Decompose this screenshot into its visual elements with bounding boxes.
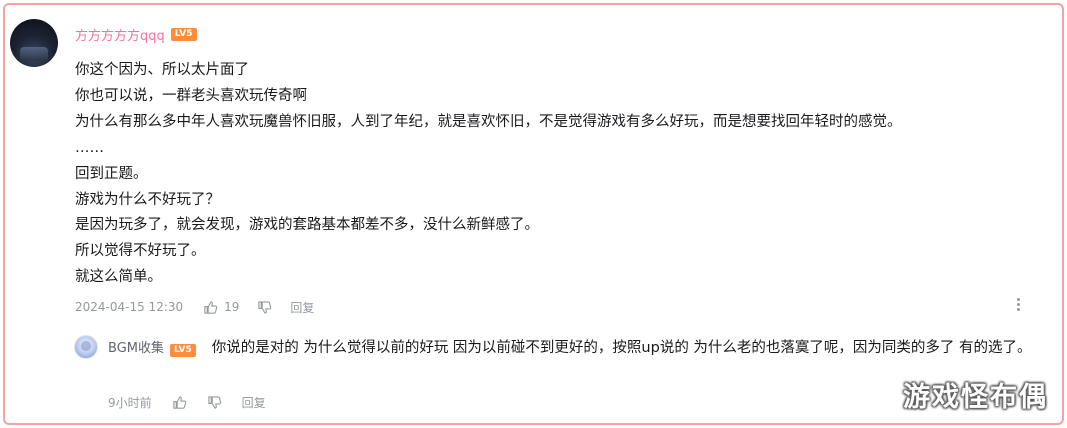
dislike-button[interactable] [257,300,272,315]
thumbs-down-icon [257,300,272,315]
like-button[interactable]: 19 [203,300,239,315]
reply-content: BGM收集 LV5 你说的是对的 为什么觉得以前的好玩 因为以前碰不到更好的，按照u… [108,336,1048,361]
comment-line: 你这个因为、所以太片面了 [75,62,249,78]
comment-username[interactable]: 方方方方方qqq [75,25,165,44]
more-vertical-icon[interactable] [1011,294,1025,314]
comment-line: 游戏为什么不好玩了？ [75,191,220,208]
like-count: 19 [224,300,240,314]
reply-button[interactable]: 回复 [290,299,314,316]
reply-username[interactable]: BGM收集 [108,341,164,356]
comment-meta: 2024-04-15 12:30 19 回复 [75,297,332,317]
comment-line: 所以觉得不好玩了。 [75,243,206,260]
comment-line: 是因为玩多了，就会发现，游戏的套路基本都差不多，没什么新鲜感了。 [75,217,539,234]
reply-meta: 9小时前 回复 [108,392,286,412]
watermark: 游戏怪布偶 [903,382,1048,413]
reply-reply-button[interactable]: 回复 [242,394,266,411]
reply-like-button[interactable] [172,395,187,410]
reply-timestamp: 9小时前 [108,395,152,410]
comment-timestamp: 2024-04-15 12:30 [75,300,184,314]
comment-line: 为什么有那么多中年人喜欢玩魔兽怀旧服，人到了年纪，就是喜欢怀旧，不是觉得游戏有多… [75,113,902,130]
user-avatar[interactable] [10,19,58,67]
thumbs-up-icon [203,300,218,315]
thumbs-up-icon [172,395,187,410]
comment-line: 你也可以说，一群老头喜欢玩传奇啊 [75,87,307,104]
reply-dislike-button[interactable] [207,395,222,410]
reply-body: 你说的是对的 为什么觉得以前的好玩 因为以前碰不到更好的，按照up说的 为什么老… [211,340,1032,356]
comment-line: 就这么简单。 [75,269,162,286]
thumbs-down-icon [207,395,222,410]
comment-line: …… [75,139,104,156]
reply-user-avatar[interactable] [74,335,98,359]
level-badge: LV5 [170,28,197,41]
comment-username-row: 方方方方方qqq LV5 [75,25,197,44]
comment-content: 你这个因为、所以太片面了 你也可以说，一群老头喜欢玩传奇啊 为什么有那么多中年人… [75,58,1035,291]
comment-line: 回到正题。 [75,165,148,182]
reply-username-row: BGM收集 LV5 [108,341,196,357]
level-badge: LV5 [169,344,196,357]
